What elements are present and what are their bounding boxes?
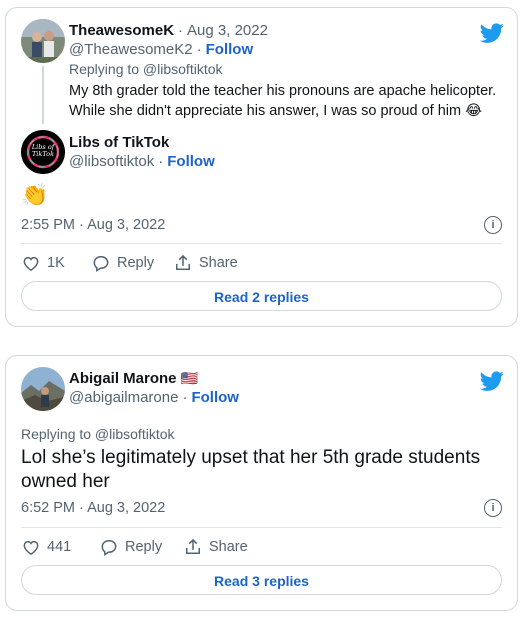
like-action[interactable]: 441 bbox=[21, 537, 71, 557]
tweet-timestamp[interactable]: 6:52 PM · Aug 3, 2022 bbox=[21, 500, 165, 516]
like-count: 1K bbox=[47, 255, 65, 271]
heart-icon bbox=[23, 256, 39, 271]
share-icon bbox=[176, 254, 190, 270]
author-handle[interactable]: @libsoftiktok bbox=[69, 153, 154, 170]
tweet-date[interactable]: Aug 3, 2022 bbox=[187, 22, 268, 39]
share-icon bbox=[186, 538, 200, 554]
avatar-label: Libs of TikTok bbox=[31, 143, 55, 158]
author-name[interactable]: Libs of TikTok bbox=[69, 134, 169, 151]
tweet-timestamp[interactable]: 2:55 PM · Aug 3, 2022 bbox=[21, 217, 165, 233]
like-action[interactable]: 1K bbox=[21, 253, 65, 273]
twitter-bird-icon[interactable] bbox=[480, 21, 504, 45]
like-count: 441 bbox=[47, 539, 72, 555]
tweet-card-1: TheawesomeK · Aug 3, 2022 @TheawesomeK2 … bbox=[5, 7, 518, 327]
reply-action[interactable]: Reply bbox=[99, 537, 162, 557]
reply-action[interactable]: Reply bbox=[91, 253, 154, 273]
share-label: Share bbox=[209, 539, 248, 555]
follow-button[interactable]: Follow bbox=[191, 389, 239, 406]
us-flag-icon: 🇺🇸 bbox=[180, 370, 198, 386]
author-handle[interactable]: @TheawesomeK2 bbox=[69, 41, 193, 58]
replying-to[interactable]: Replying to @libsoftiktok bbox=[69, 61, 223, 77]
replying-to[interactable]: Replying to @libsoftiktok bbox=[21, 426, 175, 442]
reply-label: Reply bbox=[117, 255, 155, 271]
author-name[interactable]: TheawesomeK bbox=[69, 22, 174, 39]
tweet-text-line-1: My 8th grader told the teacher his prono… bbox=[69, 83, 497, 99]
thread-connector bbox=[42, 66, 44, 124]
read-replies-button[interactable]: Read 3 replies bbox=[21, 565, 502, 595]
info-icon[interactable]: i bbox=[484, 216, 502, 234]
divider bbox=[21, 243, 502, 244]
divider bbox=[21, 527, 502, 528]
follow-button[interactable]: Follow bbox=[206, 41, 254, 58]
avatar-abigailmarone[interactable] bbox=[21, 367, 65, 411]
share-label: Share bbox=[199, 255, 238, 271]
tweet-text-line-2: owned her bbox=[21, 471, 110, 492]
tweet-text-emoji: 👏 bbox=[21, 182, 49, 207]
info-icon[interactable]: i bbox=[484, 499, 502, 517]
reply-label: Reply bbox=[125, 539, 163, 555]
avatar-libsoftiktok[interactable]: Libs of TikTok bbox=[21, 130, 65, 174]
author-name[interactable]: Abigail Marone bbox=[69, 370, 177, 387]
read-replies-button[interactable]: Read 2 replies bbox=[21, 281, 502, 311]
reply-bubble-icon bbox=[93, 256, 109, 272]
tweet-text-line-2: While she didn't appreciate his answer, … bbox=[69, 103, 483, 119]
tweet-card-2: Abigail Marone 🇺🇸 @abigailmarone · Follo… bbox=[5, 355, 518, 611]
heart-icon bbox=[23, 540, 39, 555]
share-action[interactable]: Share bbox=[183, 537, 248, 557]
share-action[interactable]: Share bbox=[173, 253, 238, 273]
author-handle[interactable]: @abigailmarone bbox=[69, 389, 178, 406]
reply-bubble-icon bbox=[101, 540, 117, 556]
tweet-text-line-1: Lol she’s legitimately upset that her 5t… bbox=[21, 447, 481, 468]
follow-button[interactable]: Follow bbox=[167, 153, 215, 170]
avatar-theawesomek[interactable] bbox=[21, 19, 65, 63]
twitter-bird-icon[interactable] bbox=[480, 369, 504, 393]
